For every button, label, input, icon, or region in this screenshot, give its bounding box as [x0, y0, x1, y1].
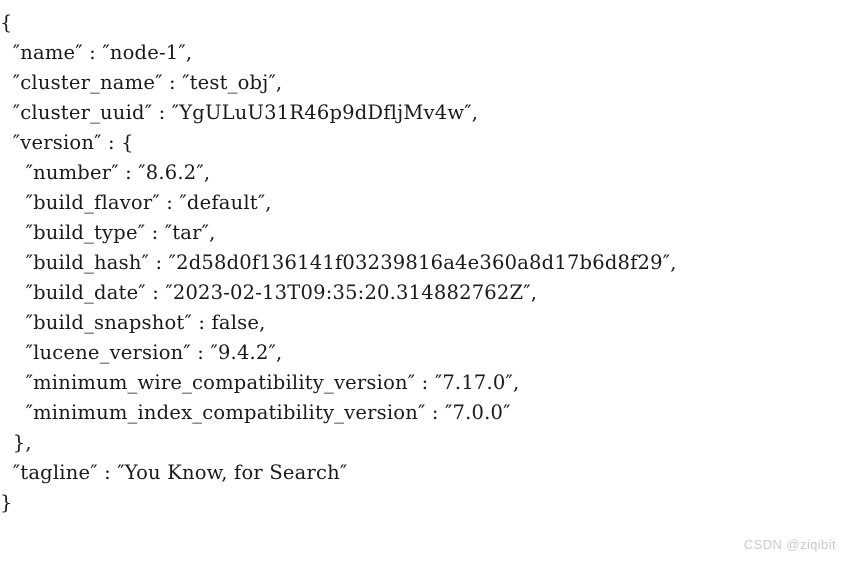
screenshot-canvas: { ″name″ : ″node-1″, ″cluster_name″ : ″t… — [0, 0, 848, 562]
json-line: ″build_flavor″ : ″default″, — [0, 191, 272, 214]
json-line: ″version″ : { — [0, 131, 134, 154]
json-line: ″name″ : ″node-1″, — [0, 41, 193, 64]
json-line: ″build_date″ : ″2023-02-13T09:35:20.3148… — [0, 281, 538, 304]
json-line: } — [0, 491, 13, 514]
csdn-watermark: CSDN @ziqibit — [743, 537, 836, 552]
json-line: ″minimum_wire_compatibility_version″ : ″… — [0, 371, 520, 394]
json-line: ″build_snapshot″ : false, — [0, 311, 266, 334]
json-line: ″build_type″ : ″tar″, — [0, 221, 216, 244]
json-line: ″cluster_name″ : ″test_obj″, — [0, 71, 283, 94]
json-line: ″tagline″ : ″You Know, for Search″ — [0, 461, 348, 484]
json-line: }, — [0, 431, 32, 454]
json-response-body: { ″name″ : ″node-1″, ″cluster_name″ : ″t… — [0, 8, 848, 518]
json-line: ″lucene_version″ : ″9.4.2″, — [0, 341, 283, 364]
json-line: { — [0, 11, 13, 34]
json-line: ″number″ : ″8.6.2″, — [0, 161, 211, 184]
json-line: ″build_hash″ : ″2d58d0f136141f03239816a4… — [0, 251, 677, 274]
json-line: ″minimum_index_compatibility_version″ : … — [0, 401, 511, 424]
json-line: ″cluster_uuid″ : ″YgULuU31R46p9dDfljMv4w… — [0, 101, 479, 124]
